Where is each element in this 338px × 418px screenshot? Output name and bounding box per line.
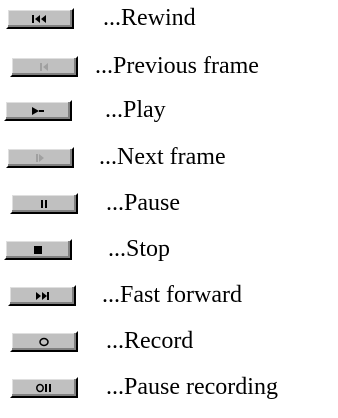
next-frame-icon xyxy=(36,153,44,162)
legend-label-play: ...Play xyxy=(105,97,166,123)
fast-forward-icon xyxy=(36,291,49,300)
legend-row-next-frame: ...Next frame xyxy=(0,139,338,177)
legend-label-previous-frame: ...Previous frame xyxy=(95,53,259,79)
legend-label-pause: ...Pause xyxy=(106,190,180,216)
stop-icon xyxy=(34,245,42,254)
previous-frame-button[interactable] xyxy=(10,56,78,77)
legend-label-record: ...Record xyxy=(106,328,194,354)
pause-recording-button[interactable] xyxy=(10,377,78,398)
legend-row-play: ...Play xyxy=(0,92,338,130)
next-frame-button[interactable] xyxy=(6,147,74,168)
legend-row-record: ...Record xyxy=(0,323,338,361)
fast-forward-button[interactable] xyxy=(8,285,76,306)
legend-row-pause-recording: ...Pause recording xyxy=(0,369,338,407)
legend-label-rewind: ...Rewind xyxy=(103,5,196,31)
legend-row-previous-frame: ...Previous frame xyxy=(0,48,338,86)
play-icon xyxy=(32,106,44,115)
legend-row-fast-forward: ...Fast forward xyxy=(0,277,338,315)
record-button[interactable] xyxy=(10,331,78,352)
legend-label-fast-forward: ...Fast forward xyxy=(102,282,242,308)
rewind-icon xyxy=(32,14,46,23)
pause-recording-icon xyxy=(36,383,51,392)
legend-label-pause-recording: ...Pause recording xyxy=(106,374,278,400)
legend-label-next-frame: ...Next frame xyxy=(99,144,226,170)
legend-row-rewind: ...Rewind xyxy=(0,0,338,38)
pause-icon xyxy=(41,199,47,208)
previous-frame-icon xyxy=(40,62,48,71)
legend-row-stop: ...Stop xyxy=(0,231,338,269)
record-icon xyxy=(39,337,49,346)
stop-button[interactable] xyxy=(4,239,72,260)
pause-button[interactable] xyxy=(10,193,78,214)
legend-row-pause: ...Pause xyxy=(0,185,338,223)
legend-label-stop: ...Stop xyxy=(108,236,171,262)
play-button[interactable] xyxy=(4,100,72,121)
rewind-button[interactable] xyxy=(6,8,74,29)
